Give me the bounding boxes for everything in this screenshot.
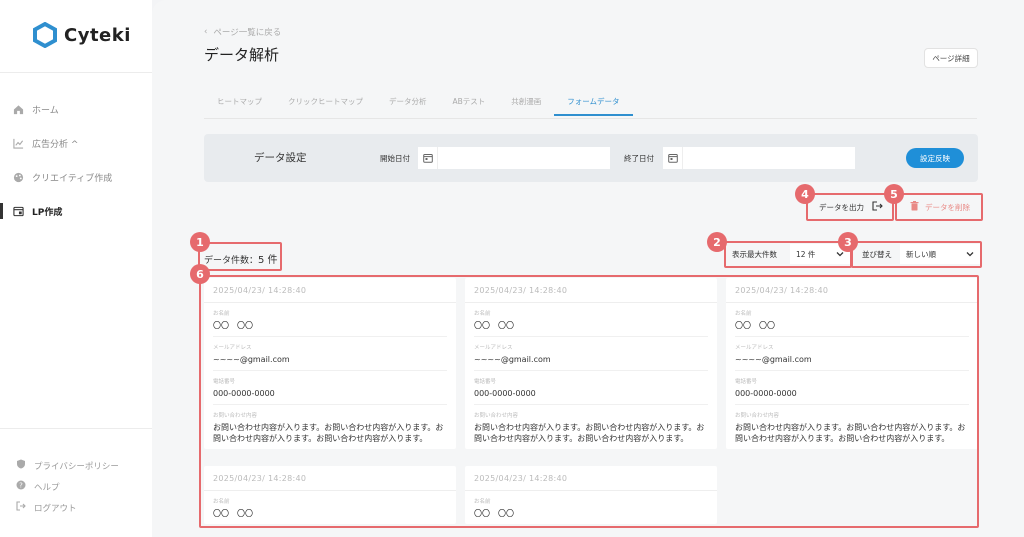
sidebar-divider bbox=[0, 428, 152, 429]
sidebar: Cyteki ホーム 広告分析 ^ クリエイティブ作成 LP作成 プライバシーポ… bbox=[0, 0, 152, 537]
cyteki-logo-icon bbox=[33, 22, 57, 48]
chevron-left-icon: ‹ bbox=[204, 27, 208, 37]
annotation-marker-2: 2 bbox=[707, 232, 727, 252]
privacy-policy-label: プライバシーポリシー bbox=[34, 461, 119, 472]
back-to-pages-link[interactable]: ‹ ページ一覧に戻る bbox=[204, 26, 281, 38]
apply-settings-button[interactable]: 設定反映 bbox=[906, 148, 964, 168]
sidebar-item-label: LP作成 bbox=[32, 207, 63, 218]
logout-link[interactable]: ログアウト bbox=[16, 501, 77, 514]
sidebar-item-home[interactable]: ホーム bbox=[12, 101, 59, 117]
tab-heatmap[interactable]: ヒートマップ bbox=[204, 96, 275, 116]
tab-data-analysis[interactable]: データ分析 bbox=[376, 96, 440, 116]
lp-icon bbox=[12, 205, 24, 217]
help-label: ヘルプ bbox=[34, 482, 60, 493]
calendar-icon bbox=[418, 147, 438, 169]
sidebar-divider bbox=[0, 72, 152, 73]
brand-name: Cyteki bbox=[64, 24, 131, 46]
end-date-label: 終了日付 bbox=[624, 154, 654, 163]
annotation-box-6 bbox=[199, 275, 979, 528]
tab-ab-test[interactable]: ABテスト bbox=[440, 96, 499, 116]
annotation-box-5 bbox=[895, 193, 983, 221]
start-date-label: 開始日付 bbox=[380, 154, 410, 163]
back-link-label: ページ一覧に戻る bbox=[213, 28, 282, 38]
tab-click-heatmap[interactable]: クリックヒートマップ bbox=[275, 96, 376, 116]
tab-cocreation[interactable]: 共創漫画 bbox=[498, 96, 554, 116]
svg-text:?: ? bbox=[19, 482, 23, 490]
annotation-marker-3: 3 bbox=[838, 232, 858, 252]
sidebar-item-ad-analysis[interactable]: 広告分析 ^ bbox=[12, 135, 78, 151]
logout-icon bbox=[16, 501, 26, 514]
page-title: データ解析 bbox=[204, 46, 280, 64]
active-indicator bbox=[0, 203, 3, 219]
help-link[interactable]: ? ヘルプ bbox=[16, 480, 60, 493]
data-settings-panel: データ設定 開始日付 終了日付 設定反映 bbox=[204, 134, 978, 182]
sidebar-item-creative[interactable]: クリエイティブ作成 bbox=[12, 169, 112, 185]
palette-icon bbox=[12, 171, 24, 183]
home-icon bbox=[12, 103, 24, 115]
sidebar-item-label: クリエイティブ作成 bbox=[32, 173, 113, 184]
settings-title: データ設定 bbox=[254, 152, 307, 164]
sidebar-item-lp[interactable]: LP作成 bbox=[12, 203, 62, 219]
annotation-marker-6: 6 bbox=[190, 264, 210, 284]
annotation-marker-1: 1 bbox=[190, 232, 210, 252]
annotation-box-2 bbox=[724, 241, 852, 268]
annotation-marker-5: 5 bbox=[884, 184, 904, 204]
logo[interactable]: Cyteki bbox=[32, 22, 131, 48]
chart-line-icon bbox=[12, 137, 24, 149]
start-date-field[interactable] bbox=[418, 147, 610, 169]
end-date-field[interactable] bbox=[663, 147, 855, 169]
privacy-policy-link[interactable]: プライバシーポリシー bbox=[16, 459, 119, 472]
annotation-marker-4: 4 bbox=[795, 184, 815, 204]
tab-divider bbox=[204, 118, 977, 119]
sidebar-item-label: 広告分析 ^ bbox=[32, 139, 79, 150]
logout-label: ログアウト bbox=[34, 503, 77, 514]
annotation-box-3 bbox=[851, 241, 982, 268]
page-detail-button[interactable]: ページ詳細 bbox=[924, 48, 978, 68]
annotation-box-1 bbox=[198, 242, 282, 271]
help-icon: ? bbox=[16, 480, 26, 493]
annotation-box-4 bbox=[806, 193, 894, 221]
calendar-icon bbox=[663, 147, 683, 169]
sidebar-item-label: ホーム bbox=[32, 105, 59, 116]
tab-form-data[interactable]: フォームデータ bbox=[554, 96, 633, 116]
shield-icon bbox=[16, 459, 26, 472]
